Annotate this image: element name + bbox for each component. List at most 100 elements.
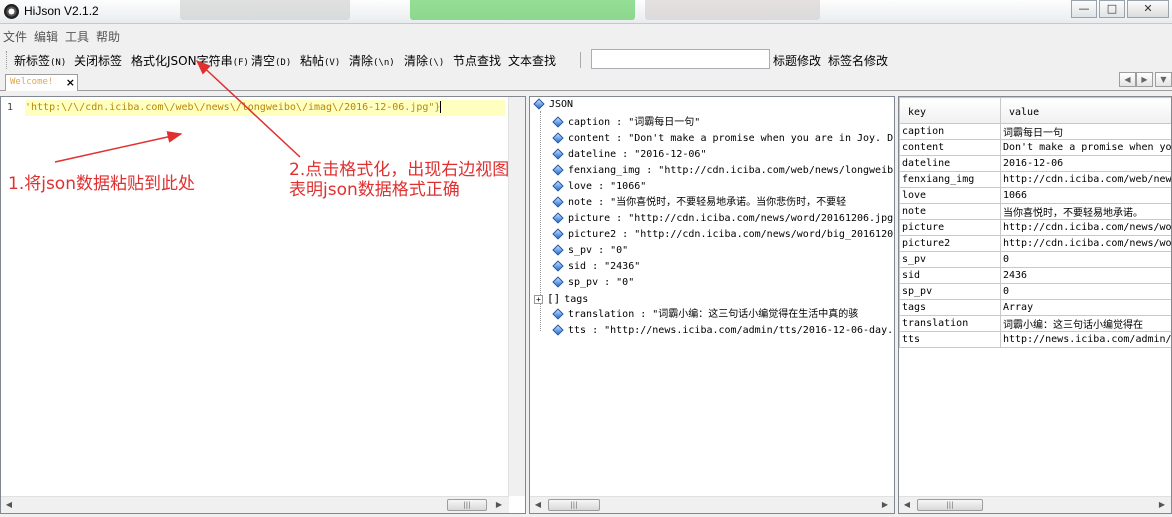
menu-file[interactable]: 文件 xyxy=(0,28,30,45)
column-header-key[interactable]: key xyxy=(899,97,1001,124)
key-cell[interactable]: dateline xyxy=(899,155,1001,172)
node-search-button[interactable]: 节点查找 xyxy=(453,52,501,69)
value-cell[interactable]: 词霸小编：这三句话小编觉得在 xyxy=(1000,315,1171,332)
tab-scroll-left-icon[interactable]: ◀ xyxy=(1119,72,1136,87)
value-cell[interactable]: http://cdn.iciba.com/news/wor xyxy=(1000,219,1171,236)
table-row[interactable]: note 当你喜悦时，不要轻易地承诺。 xyxy=(899,203,1171,220)
tree-node[interactable]: tts : "http://news.iciba.com/admin/tts/2… xyxy=(552,323,893,339)
tab-close-icon[interactable]: × xyxy=(66,76,75,89)
table-row[interactable]: picture http://cdn.iciba.com/news/wor xyxy=(899,219,1171,236)
table-horizontal-scrollbar[interactable]: ◀ ||| ▶ xyxy=(899,496,1171,513)
table-row[interactable]: fenxiang_img http://cdn.iciba.com/web/new… xyxy=(899,171,1171,188)
value-cell[interactable]: 1066 xyxy=(1000,187,1171,204)
scrollbar-thumb[interactable]: ||| xyxy=(447,499,487,511)
table-row[interactable]: translation 词霸小编：这三句话小编觉得在 xyxy=(899,315,1171,332)
table-row[interactable]: content Don't make a promise when you xyxy=(899,139,1171,156)
value-cell[interactable]: http://cdn.iciba.com/news/wor xyxy=(1000,235,1171,252)
json-tree-panel[interactable]: JSON caption : "词霸每日一句" content : "Don't … xyxy=(529,96,895,514)
close-tab-button[interactable]: 关闭标签 xyxy=(74,52,122,69)
clear-button[interactable]: 清空(D) xyxy=(251,52,291,69)
key-cell[interactable]: love xyxy=(899,187,1001,204)
tree-node[interactable]: sp_pv : "0" xyxy=(552,275,634,291)
value-cell[interactable]: Array xyxy=(1000,299,1171,316)
scroll-right-icon[interactable]: ▶ xyxy=(877,497,893,512)
toolbar-grip[interactable] xyxy=(6,51,9,69)
tree-root[interactable]: JSON xyxy=(533,98,573,110)
value-cell[interactable]: http://cdn.iciba.com/web/news xyxy=(1000,171,1171,188)
table-row[interactable]: s_pv 0 xyxy=(899,251,1171,268)
value-cell[interactable]: 词霸每日一句 xyxy=(1000,123,1171,140)
scroll-right-icon[interactable]: ▶ xyxy=(1154,497,1170,512)
key-cell[interactable]: tts xyxy=(899,331,1001,348)
close-window-button[interactable]: ✕ xyxy=(1127,0,1169,18)
maximize-button[interactable]: □ xyxy=(1099,0,1125,18)
tree-node[interactable]: fenxiang_img : "http://cdn.iciba.com/web… xyxy=(552,163,893,179)
key-cell[interactable]: caption xyxy=(899,123,1001,140)
table-row[interactable]: dateline 2016-12-06 xyxy=(899,155,1171,172)
tree-node[interactable]: dateline : "2016-12-06" xyxy=(552,147,706,163)
tree-horizontal-scrollbar[interactable]: ◀ ||| ▶ xyxy=(530,496,894,513)
text-search-button[interactable]: 文本查找 xyxy=(508,52,556,69)
remove-backslashes-button[interactable]: 清除(\) xyxy=(404,52,444,69)
value-cell[interactable]: http://news.iciba.com/admin/ xyxy=(1000,331,1171,348)
scroll-right-icon[interactable]: ▶ xyxy=(491,497,507,512)
edit-title-button[interactable]: 标题修改 xyxy=(773,52,821,69)
tree-node[interactable]: + [] tags xyxy=(534,291,588,307)
tree-node[interactable]: content : "Don't make a promise when you… xyxy=(552,131,893,147)
tree-node[interactable]: love : "1066" xyxy=(552,179,646,195)
value-cell[interactable]: 0 xyxy=(1000,251,1171,268)
scroll-left-icon[interactable]: ◀ xyxy=(530,497,546,512)
table-row[interactable]: tts http://news.iciba.com/admin/ xyxy=(899,331,1171,348)
tree-node[interactable]: caption : "词霸每日一句" xyxy=(552,115,700,131)
new-tab-button[interactable]: 新标签(N) xyxy=(14,52,66,69)
tree-node[interactable]: translation : "词霸小编：这三句话小编觉得在生活中真的骇 xyxy=(552,307,858,323)
json-editor-panel[interactable]: 1 'http:\/\/cdn.iciba.com\/web\/news\/lo… xyxy=(0,96,526,514)
table-row[interactable]: caption 词霸每日一句 xyxy=(899,123,1171,140)
scroll-left-icon[interactable]: ◀ xyxy=(1,497,17,512)
tab-scroll-right-icon[interactable]: ▶ xyxy=(1136,72,1153,87)
tab-welcome[interactable]: Welcome! × xyxy=(5,74,78,91)
value-cell[interactable]: Don't make a promise when you xyxy=(1000,139,1171,156)
edit-tag-name-button[interactable]: 标签名修改 xyxy=(828,52,888,69)
value-cell[interactable]: 2016-12-06 xyxy=(1000,155,1171,172)
editor-horizontal-scrollbar[interactable]: ◀ ||| ▶ xyxy=(1,496,509,513)
key-cell[interactable]: fenxiang_img xyxy=(899,171,1001,188)
table-row[interactable]: sp_pv 0 xyxy=(899,283,1171,300)
key-cell[interactable]: translation xyxy=(899,315,1001,332)
editor-vertical-scrollbar[interactable] xyxy=(508,97,525,496)
menu-help[interactable]: 帮助 xyxy=(93,28,123,45)
key-cell[interactable]: content xyxy=(899,139,1001,156)
key-cell[interactable]: picture2 xyxy=(899,235,1001,252)
value-cell[interactable]: 当你喜悦时，不要轻易地承诺。 xyxy=(1000,203,1171,220)
expand-icon[interactable]: + xyxy=(534,294,543,304)
scrollbar-thumb[interactable]: ||| xyxy=(917,499,983,511)
remove-newlines-button[interactable]: 清除(\n) xyxy=(349,52,395,69)
menu-tools[interactable]: 工具 xyxy=(62,28,92,45)
tree-node[interactable]: picture2 : "http://cdn.iciba.com/news/wo… xyxy=(552,227,893,243)
tree-node[interactable]: sid : "2436" xyxy=(552,259,640,275)
format-json-button[interactable]: 格式化JSON字符串(F) xyxy=(131,52,249,69)
value-cell[interactable]: 2436 xyxy=(1000,267,1171,284)
tree-node[interactable]: picture : "http://cdn.iciba.com/news/wor… xyxy=(552,211,893,227)
key-cell[interactable]: sp_pv xyxy=(899,283,1001,300)
value-cell[interactable]: 0 xyxy=(1000,283,1171,300)
key-cell[interactable]: picture xyxy=(899,219,1001,236)
key-cell[interactable]: note xyxy=(899,203,1001,220)
scrollbar-thumb[interactable]: ||| xyxy=(548,499,600,511)
table-row[interactable]: picture2 http://cdn.iciba.com/news/wor xyxy=(899,235,1171,252)
menu-edit[interactable]: 编辑 xyxy=(31,28,61,45)
key-value-table-panel[interactable]: key value caption 词霸每日一句 content Don't make… xyxy=(898,96,1172,514)
title-input[interactable] xyxy=(591,49,770,69)
key-cell[interactable]: tags xyxy=(899,299,1001,316)
scroll-left-icon[interactable]: ◀ xyxy=(899,497,915,512)
table-row[interactable]: love 1066 xyxy=(899,187,1171,204)
key-cell[interactable]: s_pv xyxy=(899,251,1001,268)
tree-node[interactable]: note : "当你喜悦时，不要轻易地承诺。当你悲伤时，不要轻 xyxy=(552,195,846,211)
tree-node[interactable]: s_pv : "0" xyxy=(552,243,628,259)
code-line[interactable]: 'http:\/\/cdn.iciba.com\/web\/news\/long… xyxy=(25,100,505,116)
paste-button[interactable]: 粘帖(V) xyxy=(300,52,340,69)
column-header-value[interactable]: value xyxy=(1000,97,1171,124)
table-row[interactable]: tags Array xyxy=(899,299,1171,316)
minimize-button[interactable]: — xyxy=(1071,0,1097,18)
tab-list-dropdown-icon[interactable]: ▼ xyxy=(1155,72,1172,87)
